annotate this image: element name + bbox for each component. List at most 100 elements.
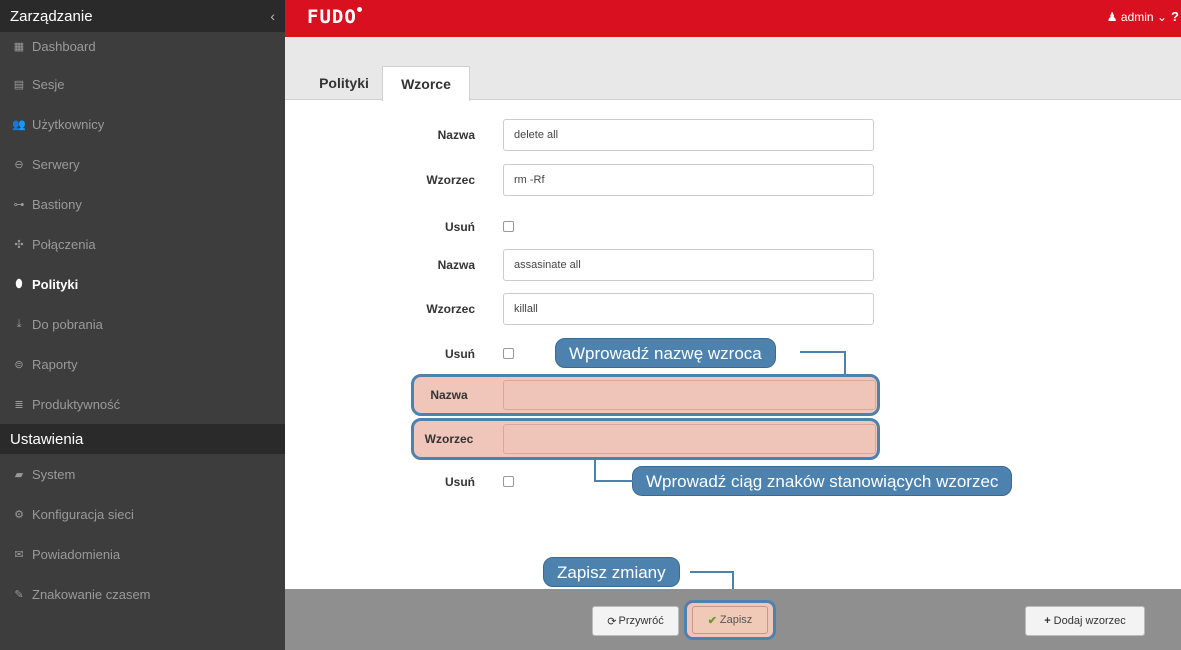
sidebar-item-label: Serwery [32,156,80,172]
tab-patterns[interactable]: Wzorce [382,66,470,101]
callout-save-connector [690,571,734,573]
sidebar-item-label: Produktywność [32,396,121,412]
logo[interactable]: FUDO [307,6,362,28]
callout-name-connector [800,351,846,353]
sidebar-item-label: System [32,466,76,482]
sidebar-item-sessions[interactable]: ▤ Sesje [0,64,285,104]
user-name: admin [1120,10,1154,24]
connections-icon: ✣ [14,238,24,251]
sidebar-item-notifications[interactable]: ✉ Powiadomienia [0,534,285,574]
delete-label: Usuń [445,475,475,489]
new-pattern-input[interactable] [503,424,876,454]
name-input[interactable]: delete all [503,119,874,151]
sidebar-item-label: Sesje [32,76,65,92]
download-icon: ⤓ [16,317,22,330]
collapse-icon[interactable]: ‹ [270,8,275,24]
sidebar-item-downloads[interactable]: ⤓ Do pobrania [0,304,285,344]
sessions-icon: ▤ [13,78,25,91]
sidebar-item-dashboard[interactable]: ▦ Dashboard [0,28,285,64]
name-label: Nazwa [430,388,468,402]
save-button[interactable]: ✔ Zapisz [692,606,768,634]
sidebar-item-label: Użytkownicy [32,116,105,132]
callout-save: Zapisz zmiany [543,557,680,587]
form-row-delete-1: Usuń [285,211,1181,243]
sidebar-item-label: Bastiony [32,196,82,212]
envelope-icon: ✉ [14,548,24,561]
callout-name: Wprowadź nazwę wzroca [555,338,776,368]
name-label: Nazwa [437,258,475,272]
sidebar-title: Zarządzanie [10,7,93,25]
bastions-icon: ⊶ [13,198,25,211]
user-menu[interactable]: ♟ admin ⌄ [1107,10,1167,24]
sidebar-section-settings: Ustawienia [0,424,285,454]
sidebar-item-label: Konfiguracja sieci [32,506,134,522]
sidebar-item-users[interactable]: 👥 Użytkownicy [0,104,285,144]
tabs-area: Polityki Wzorce [285,37,1181,101]
delete-checkbox[interactable] [503,221,514,232]
reports-icon: ⊜ [14,358,24,371]
sidebar-item-bastions[interactable]: ⊶ Bastiony [0,184,285,224]
chevron-down-icon: ⌄ [1156,10,1167,24]
pattern-label: Wzorzec [424,432,474,446]
bottom-action-bar: ⟳ Przywróć ✔ Zapisz + Dodaj wzorzec [285,589,1181,650]
sidebar-item-timestamping[interactable]: ✎ Znakowanie czasem [0,574,285,614]
sidebar-item-label: Dashboard [32,38,96,54]
callout-name-connector-vertical [844,351,846,377]
sidebar-item-connections[interactable]: ✣ Połączenia [0,224,285,264]
logo-text: FUDO [307,6,357,28]
save-label: Zapisz [719,614,753,626]
delete-checkbox[interactable] [503,476,514,487]
sidebar-item-label: Polityki [32,276,79,292]
form-row-name-1: Nazwa delete all [285,119,1181,151]
refresh-icon: ⟳ [607,615,617,628]
shield-icon: ⬮ [15,277,23,290]
delete-label: Usuń [445,347,475,361]
name-label: Nazwa [437,128,475,142]
sidebar-item-policies[interactable]: ⬮ Polityki [0,264,285,304]
sidebar-item-label: Znakowanie czasem [32,586,151,602]
revert-button[interactable]: ⟳ Przywróć [592,606,679,636]
delete-label: Usuń [445,220,475,234]
name-input[interactable]: assasinate all [503,249,874,281]
plus-icon: + [1044,615,1051,627]
gears-icon: ⚙ [14,508,24,521]
servers-icon: ⊖ [14,158,24,171]
form-row-name-new: Nazwa [411,374,880,416]
sidebar-item-label: Powiadomienia [32,546,121,562]
user-icon: ♟ [1106,10,1118,24]
delete-checkbox[interactable] [503,348,514,359]
top-bar: FUDO ♟ admin ⌄ ? [285,0,1181,37]
dashboard-icon: ▦ [13,40,25,53]
tab-policies[interactable]: Polityki [299,66,389,100]
form-row-pattern-2: Wzorzec killall [285,293,1181,325]
sidebar-item-productivity[interactable]: ≣ Produktywność [0,384,285,424]
new-name-input[interactable] [503,380,876,410]
callout-pattern: Wprowadź ciąg znaków stanowiących wzorze… [632,466,1013,496]
pattern-input[interactable]: killall [503,293,874,325]
edit-icon: ✎ [14,588,24,601]
productivity-icon: ≣ [14,398,24,411]
form-row-name-2: Nazwa assasinate all [285,249,1181,281]
pattern-label: Wzorzec [426,302,475,316]
form-row-pattern-1: Wzorzec rm -Rf [285,164,1181,196]
sidebar-item-reports[interactable]: ⊜ Raporty [0,344,285,384]
sidebar-item-label: Połączenia [32,236,96,252]
pattern-label: Wzorzec [426,173,475,187]
logo-dot [356,7,362,12]
callout-pattern-connector-vertical [594,460,596,482]
add-pattern-button[interactable]: + Dodaj wzorzec [1025,606,1145,636]
sidebar: Zarządzanie ‹ ▦ Dashboard ▤ Sesje 👥 Użytkow… [0,0,285,650]
callout-pattern-connector [594,480,634,482]
check-icon: ✔ [707,614,717,627]
sidebar-item-label: Do pobrania [32,316,103,332]
sidebar-item-network-config[interactable]: ⚙ Konfiguracja sieci [0,494,285,534]
sidebar-item-servers[interactable]: ⊖ Serwery [0,144,285,184]
add-pattern-label: Dodaj wzorzec [1053,615,1126,627]
folder-icon: ▰ [14,468,24,481]
form-row-pattern-new: Wzorzec [411,418,880,460]
pattern-input[interactable]: rm -Rf [503,164,874,196]
users-icon: 👥 [12,118,26,131]
sidebar-item-system[interactable]: ▰ System [0,454,285,494]
revert-label: Przywróć [618,615,664,627]
help-icon[interactable]: ? [1171,9,1179,24]
